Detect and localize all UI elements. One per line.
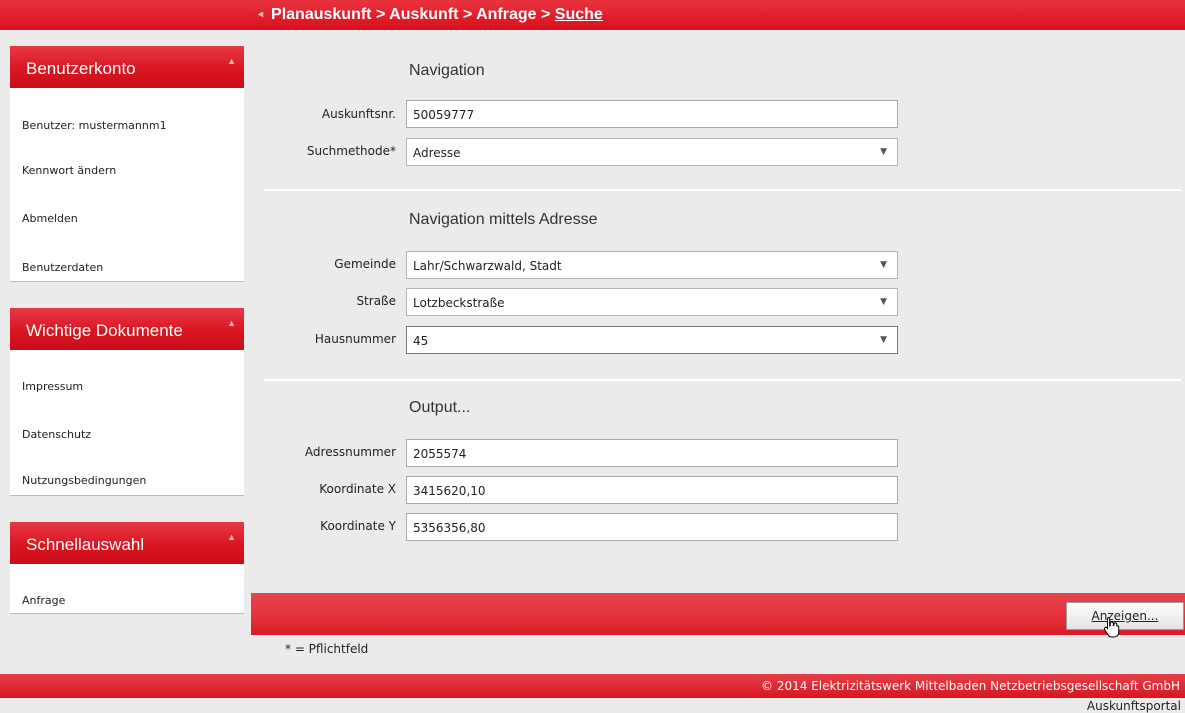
back-arrow-icon[interactable]: ◂ [258,9,263,20]
section-title-address: Navigation mittels Adresse [409,211,598,228]
strasse-select[interactable]: Lotzbeckstraße ▼ [406,288,898,316]
adressnummer-label: Adressnummer [304,445,396,459]
hausnummer-select[interactable]: 45 ▼ [406,326,898,354]
section-title-navigation: Navigation [409,62,485,79]
required-note: * = Pflichtfeld [285,642,369,656]
show-button-label: Anzeigen... [1091,609,1159,623]
footer-bar: © 2014 Elektrizitätswerk Mittelbaden Net… [0,674,1185,698]
sidebar-header-label: Schnellauswahl [26,535,145,554]
portal-label: Auskunftsportal [1086,699,1181,713]
sidebar-item-request[interactable]: Anfrage [22,594,65,607]
action-bar [251,593,1185,635]
collapse-icon[interactable]: ▲ [227,318,236,328]
chevron-down-icon: ▼ [880,335,887,345]
adressnummer-input[interactable]: 2055574 [406,439,898,467]
section-divider [264,189,1181,191]
hausnummer-value: 45 [413,334,429,348]
gemeinde-label: Gemeinde [334,257,396,271]
section-divider [264,379,1181,381]
koordinate-y-label: Koordinate Y [320,519,396,533]
section-title-output: Output... [409,399,471,416]
copyright-text: © 2014 Elektrizitätswerk Mittelbaden Net… [761,679,1180,693]
sidebar-quick-panel: Anfrage [10,564,244,614]
top-bar: ◂ Planauskunft > Auskunft > Anfrage > Suc… [0,0,1185,30]
gemeinde-select[interactable]: Lahr/Schwarzwald, Stadt ▼ [406,251,898,279]
sidebar-item-logout[interactable]: Abmelden [22,212,78,225]
sidebar-item-change-password[interactable]: Kennwort ändern [22,164,116,177]
breadcrumb-path: Planauskunft > Auskunft > Anfrage > [271,6,555,23]
auskunftsnr-input[interactable]: 50059777 [406,100,898,128]
suchmethode-value: Adresse [413,146,461,160]
gemeinde-value: Lahr/Schwarzwald, Stadt [413,259,562,273]
sidebar-documents-panel: Impressum Datenschutz Nutzungsbedingunge… [10,350,244,496]
sidebar-header-label: Benutzerkonto [26,59,136,78]
collapse-icon[interactable]: ▲ [227,56,236,66]
auskunftsnr-label: Auskunftsnr. [321,107,396,121]
sidebar-item-privacy[interactable]: Datenschutz [22,428,91,441]
breadcrumb-current[interactable]: Suche [555,6,603,23]
sidebar-header-account[interactable]: Benutzerkonto ▲ [10,46,244,88]
strasse-label: Straße [356,294,396,308]
hausnummer-label: Hausnummer [314,332,396,346]
chevron-down-icon: ▼ [880,147,887,157]
chevron-down-icon: ▼ [880,260,887,270]
breadcrumb: ◂ Planauskunft > Auskunft > Anfrage > Suc… [258,6,603,24]
hand-cursor-icon [1103,616,1120,638]
sidebar-item-impressum[interactable]: Impressum [22,380,83,393]
strasse-value: Lotzbeckstraße [413,296,505,310]
suchmethode-select[interactable]: Adresse ▼ [406,138,898,166]
koordinate-x-label: Koordinate X [319,482,396,496]
koordinate-y-input[interactable]: 5356356,80 [406,513,898,541]
chevron-down-icon: ▼ [880,297,887,307]
suchmethode-label: Suchmethode* [306,144,396,158]
collapse-icon[interactable]: ▲ [227,532,236,542]
show-button[interactable]: Anzeigen... [1066,602,1184,630]
koordinate-x-input[interactable]: 3415620,10 [406,476,898,504]
